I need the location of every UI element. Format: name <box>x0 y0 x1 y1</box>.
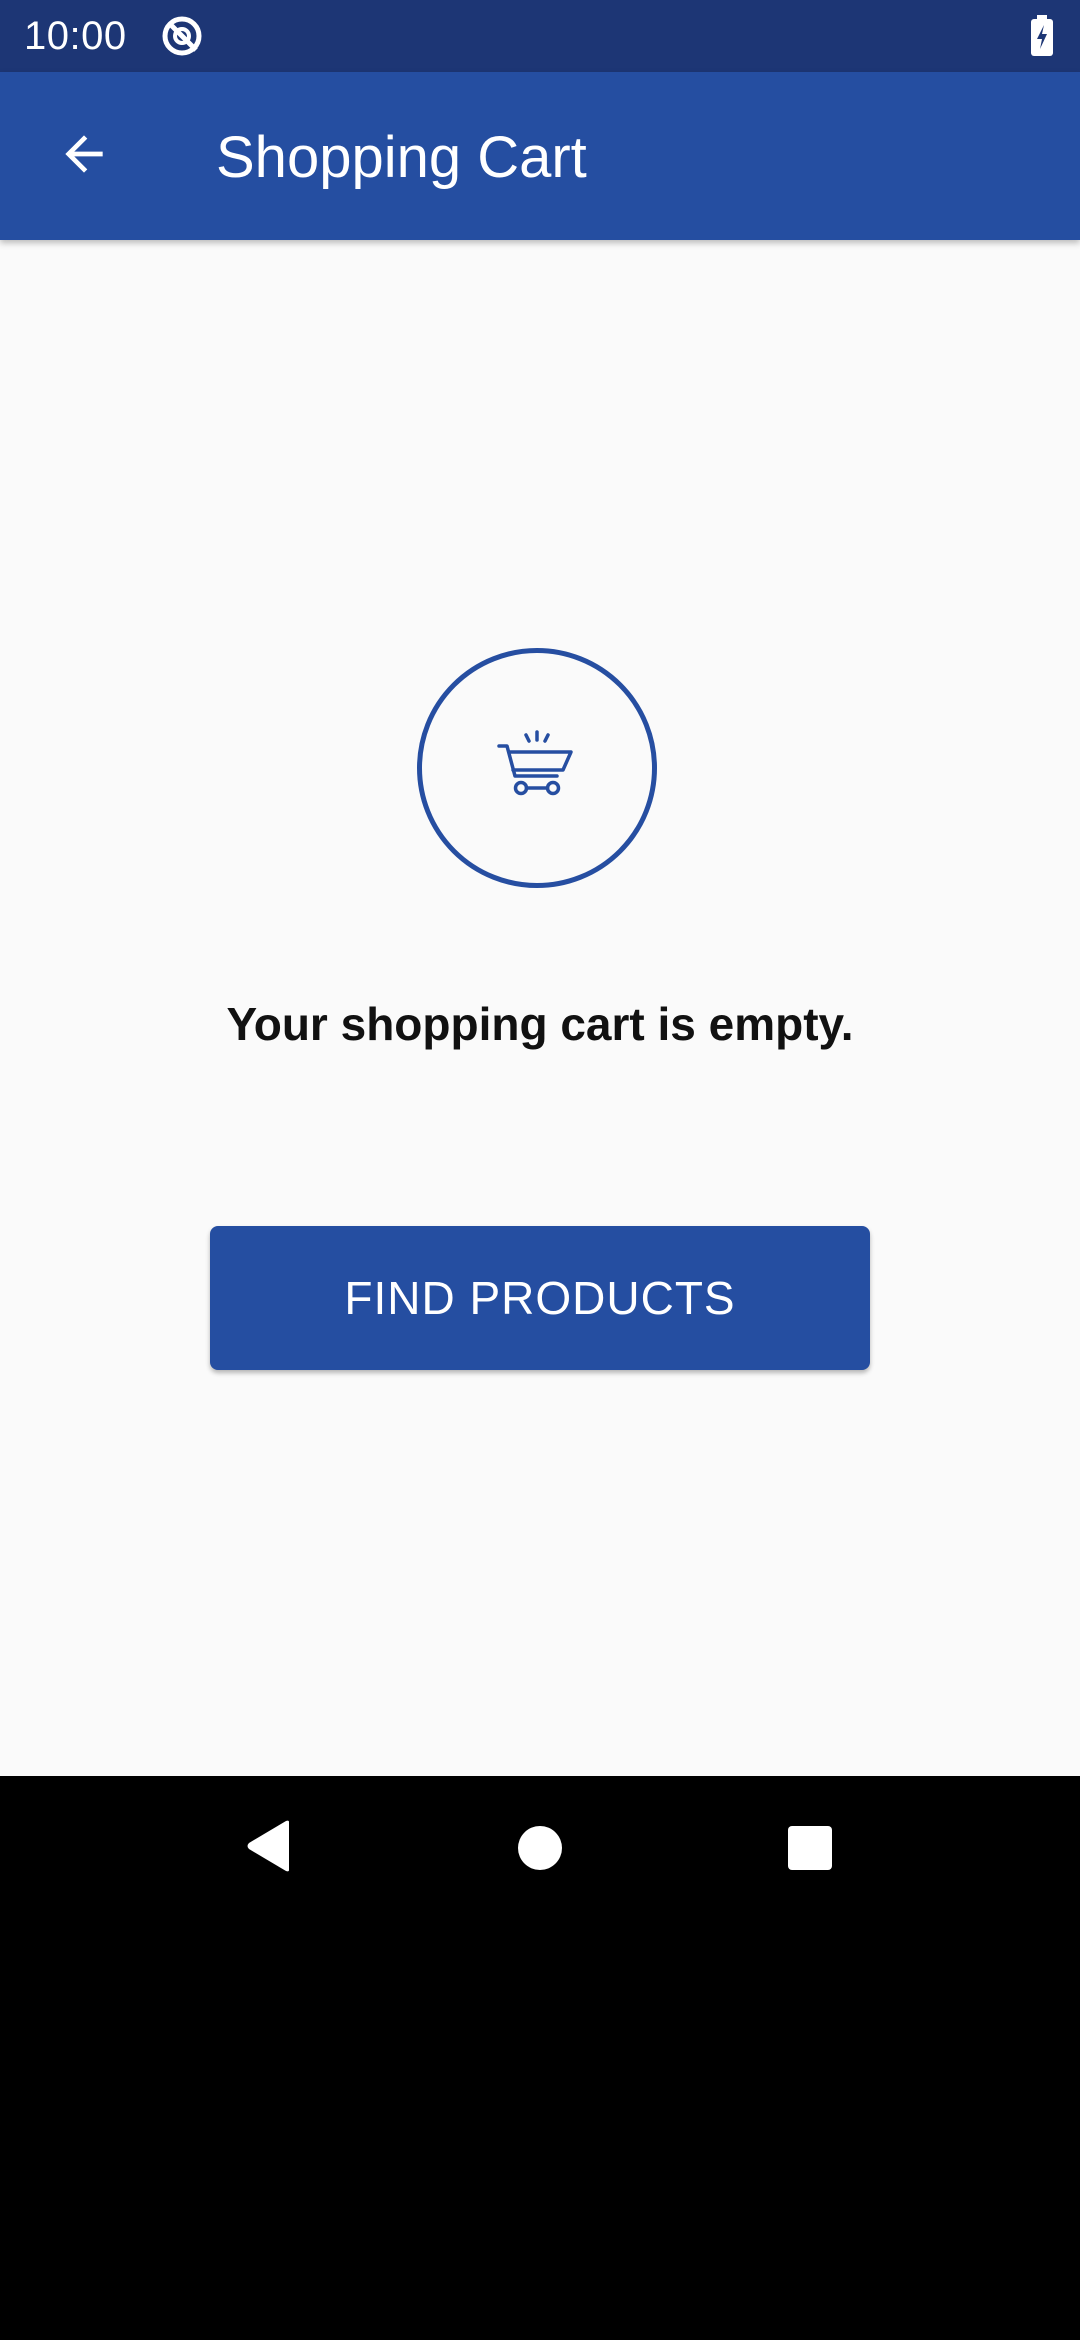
cart-content: Your shopping cart is empty. FIND PRODUC… <box>0 240 1080 1776</box>
shopping-cart-icon <box>497 726 577 811</box>
nav-recents-button[interactable] <box>774 1812 846 1884</box>
back-button[interactable] <box>36 108 132 204</box>
nav-home-button[interactable] <box>504 1812 576 1884</box>
empty-cart-message: Your shopping cart is empty. <box>226 998 854 1050</box>
status-bar: 10:00 <box>0 0 1080 72</box>
app-bar: Shopping Cart <box>0 72 1080 240</box>
do-not-disturb-icon <box>160 14 208 63</box>
nav-recents-icon <box>788 1826 832 1870</box>
system-nav-bar <box>0 1776 1080 1920</box>
page-title: Shopping Cart <box>216 125 587 190</box>
nav-home-icon <box>518 1826 562 1870</box>
find-products-button[interactable]: FIND PRODUCTS <box>210 1226 870 1370</box>
battery-charging-icon <box>1028 14 1060 63</box>
status-time: 10:00 <box>24 14 127 58</box>
arrow-back-icon <box>56 126 112 187</box>
nav-back-icon <box>243 1818 293 1879</box>
empty-cart-illustration <box>417 648 657 888</box>
nav-back-button[interactable] <box>232 1812 304 1884</box>
